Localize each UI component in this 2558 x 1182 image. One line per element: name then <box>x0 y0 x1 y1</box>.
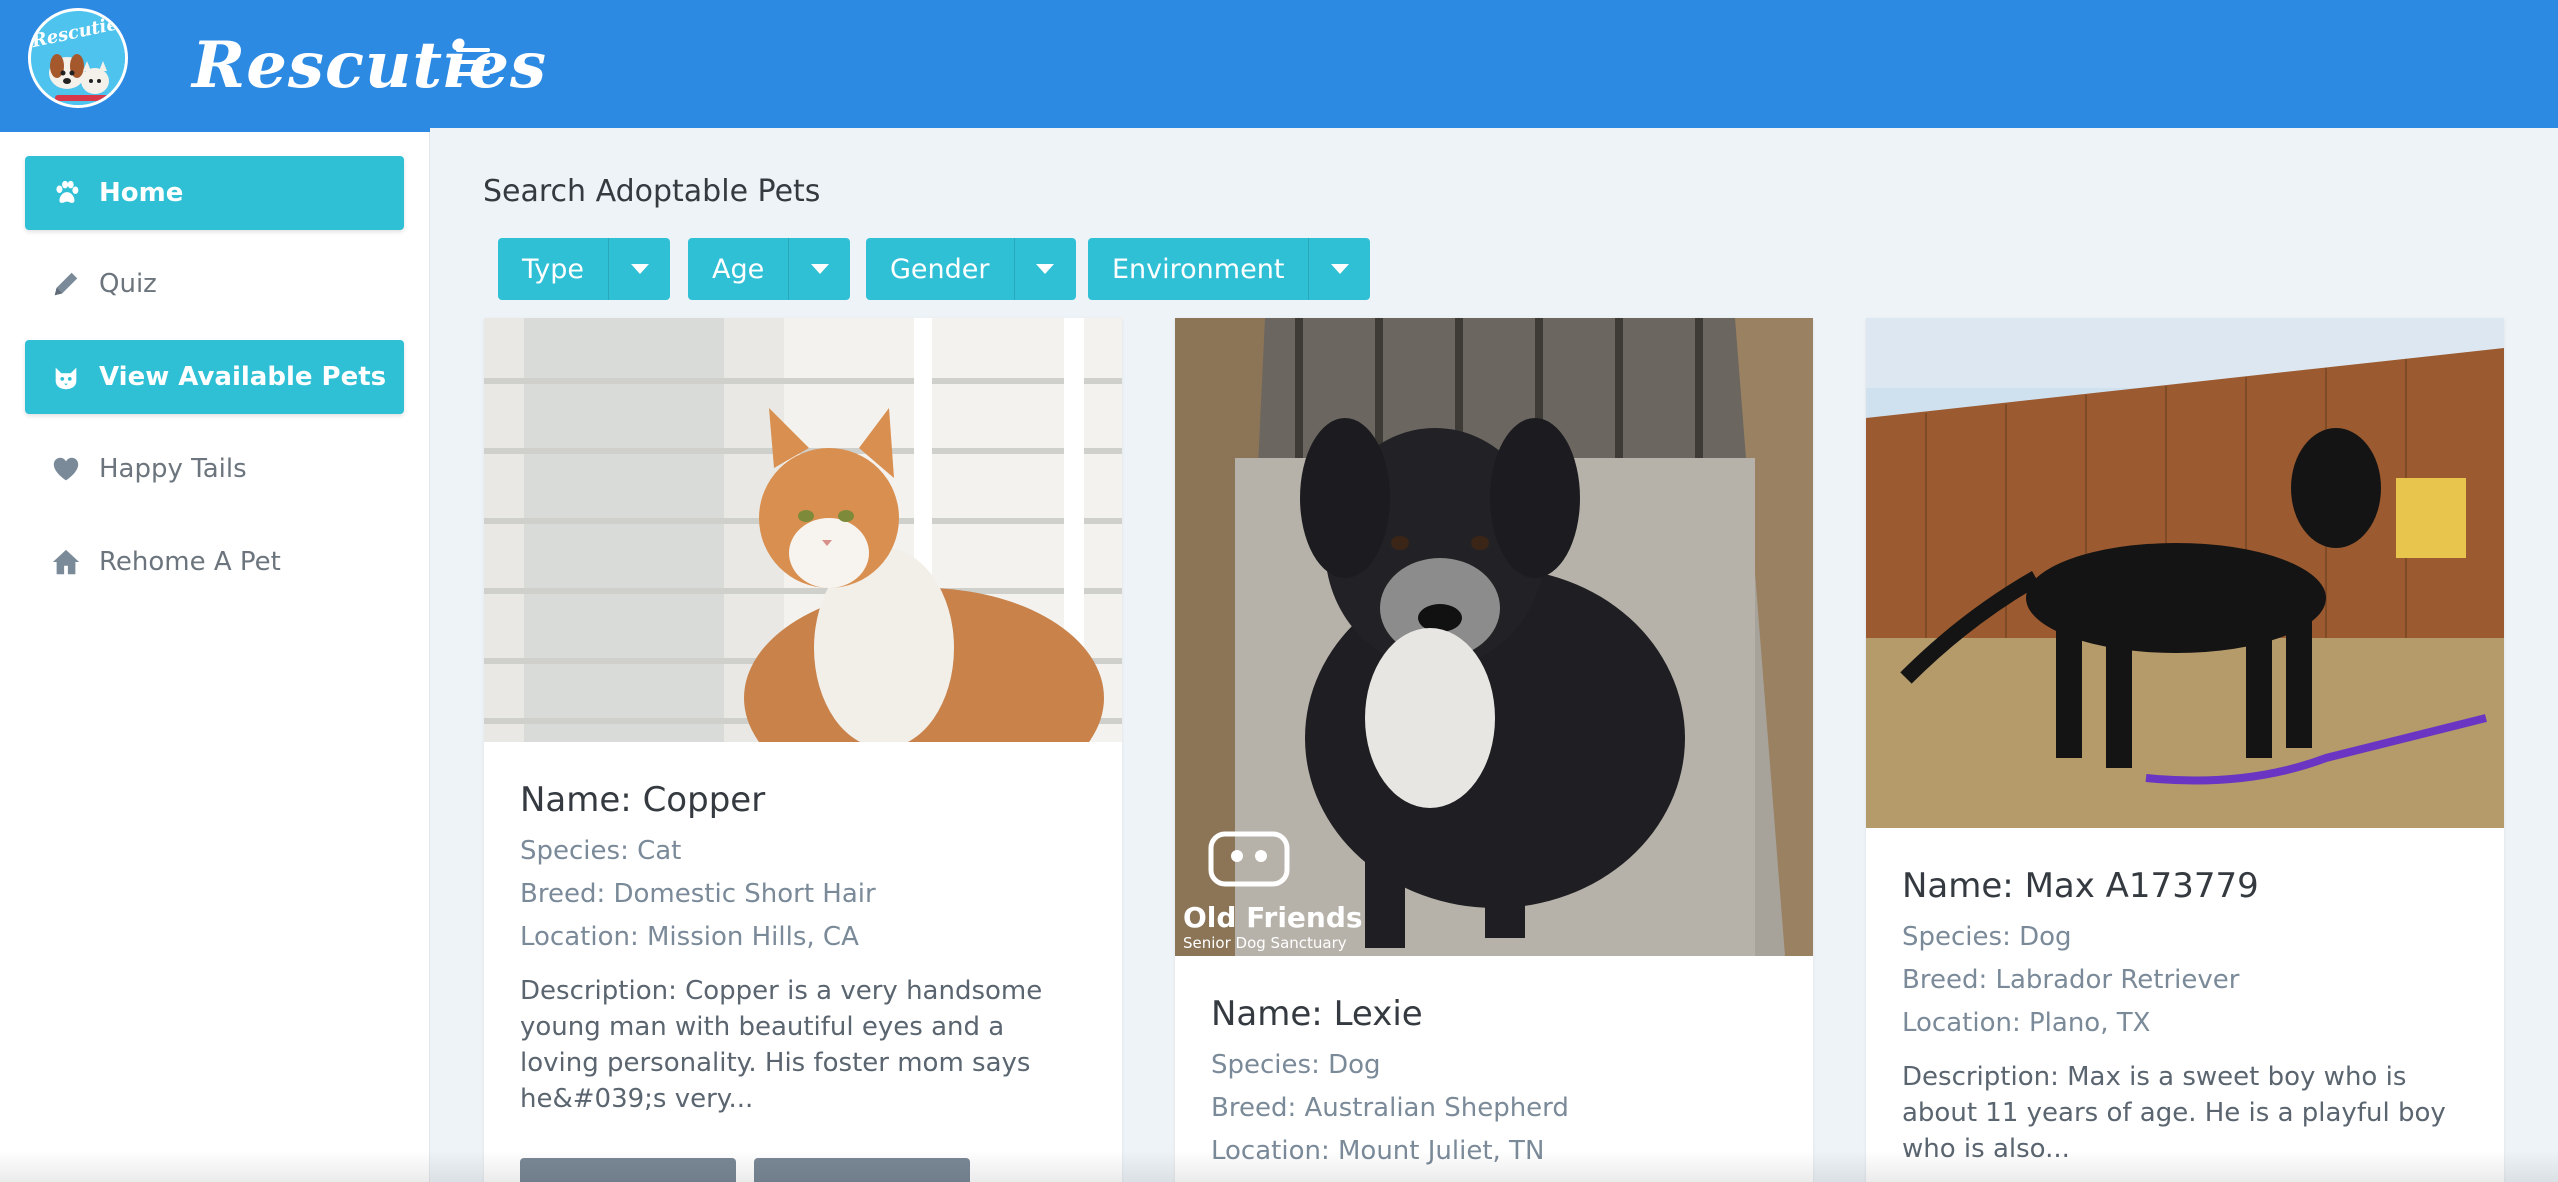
card-body: Name: Copper Species: Cat Breed: Domesti… <box>484 742 1122 1155</box>
sidebar-item-label: View Available Pets <box>99 362 387 392</box>
pet-name[interactable]: Name: Max A173779 <box>1902 866 2468 906</box>
pet-breed: Breed: Labrador Retriever <box>1902 965 2240 995</box>
paw-icon <box>49 176 83 210</box>
card-action-button[interactable] <box>520 1158 736 1182</box>
pet-species: Species: Cat <box>520 836 682 866</box>
brand-name[interactable]: Rescuties <box>192 28 547 103</box>
pet-breed: Breed: Australian Shepherd <box>1211 1093 1569 1123</box>
sidebar-item-rehome-a-pet[interactable]: Rehome A Pet <box>25 525 404 599</box>
pet-species: Species: Dog <box>1902 922 2072 952</box>
sidebar-item-view-available-pets[interactable]: View Available Pets <box>25 340 404 414</box>
sidebar: Home Quiz View Available Pets Happy Tail… <box>0 132 430 1182</box>
watermark-subtitle: Senior Dog Sanctuary <box>1183 934 1347 952</box>
pet-photo[interactable]: Old Friends Senior Dog Sanctuary <box>1175 318 1813 956</box>
filter-gender-dropdown[interactable]: Gender <box>866 238 1076 300</box>
filter-environment-dropdown[interactable]: Environment <box>1088 238 1371 300</box>
page-title: Search Adoptable Pets <box>483 174 821 209</box>
filter-label: Type <box>522 253 585 285</box>
filter-type-dropdown[interactable]: Type <box>498 238 671 300</box>
pencil-icon <box>49 267 83 301</box>
brand[interactable]: Rescuties Rescuties <box>0 0 546 132</box>
pet-name[interactable]: Name: Copper <box>520 780 1086 820</box>
pet-location: Location: Mount Juliet, TN <box>1211 1136 1545 1166</box>
sidebar-item-label: Happy Tails <box>99 454 247 484</box>
pet-photo[interactable] <box>1866 318 2504 828</box>
menu-toggle-icon[interactable] <box>456 48 490 76</box>
pet-name[interactable]: Name: Lexie <box>1211 994 1777 1034</box>
watermark-title: Old Friends <box>1183 901 1363 934</box>
sidebar-item-label: Quiz <box>99 269 157 299</box>
sidebar-item-label: Home <box>99 178 184 208</box>
pet-description: Description: Max is a sweet boy who is a… <box>1902 1062 2446 1164</box>
sidebar-item-happy-tails[interactable]: Happy Tails <box>25 432 404 506</box>
pet-description: Description: Copper is a very handsome y… <box>520 976 1043 1114</box>
card-body: Name: Max A173779 Species: Dog Breed: La… <box>1866 828 2504 1182</box>
main-content: Search Adoptable Pets Type Age Gender En… <box>431 128 2558 1182</box>
photo-watermark: Old Friends Senior Dog Sanctuary <box>1183 901 1363 952</box>
pet-location: Location: Mission Hills, CA <box>520 922 859 952</box>
sidebar-item-quiz[interactable]: Quiz <box>25 247 404 321</box>
cat-icon <box>49 360 83 394</box>
pet-location: Location: Plano, TX <box>1902 1008 2151 1038</box>
card-action-button[interactable] <box>754 1158 970 1182</box>
card-actions <box>520 1158 970 1182</box>
sidebar-item-home[interactable]: Home <box>25 156 404 230</box>
filter-age-dropdown[interactable]: Age <box>688 238 851 300</box>
chevron-down-icon[interactable] <box>608 238 670 300</box>
chevron-down-icon[interactable] <box>1308 238 1370 300</box>
chevron-down-icon[interactable] <box>788 238 850 300</box>
pet-card[interactable]: Name: Max A173779 Species: Dog Breed: La… <box>1866 318 2504 1182</box>
filter-label: Environment <box>1112 253 1285 285</box>
pet-photo[interactable] <box>484 318 1122 742</box>
card-body: Name: Lexie Species: Dog Breed: Australi… <box>1175 956 1813 1182</box>
filter-label: Age <box>712 253 765 285</box>
home-icon <box>49 545 83 579</box>
chevron-down-icon[interactable] <box>1013 238 1076 300</box>
filter-label: Gender <box>890 253 990 285</box>
sidebar-item-label: Rehome A Pet <box>99 547 281 577</box>
pet-breed: Breed: Domestic Short Hair <box>520 879 876 909</box>
logo-image[interactable]: Rescuties <box>28 8 128 108</box>
pet-species: Species: Dog <box>1211 1050 1381 1080</box>
pet-card[interactable]: Name: Copper Species: Cat Breed: Domesti… <box>484 318 1122 1182</box>
pet-card[interactable]: Old Friends Senior Dog Sanctuary Name: L… <box>1175 318 1813 1182</box>
heart-icon <box>49 452 83 486</box>
